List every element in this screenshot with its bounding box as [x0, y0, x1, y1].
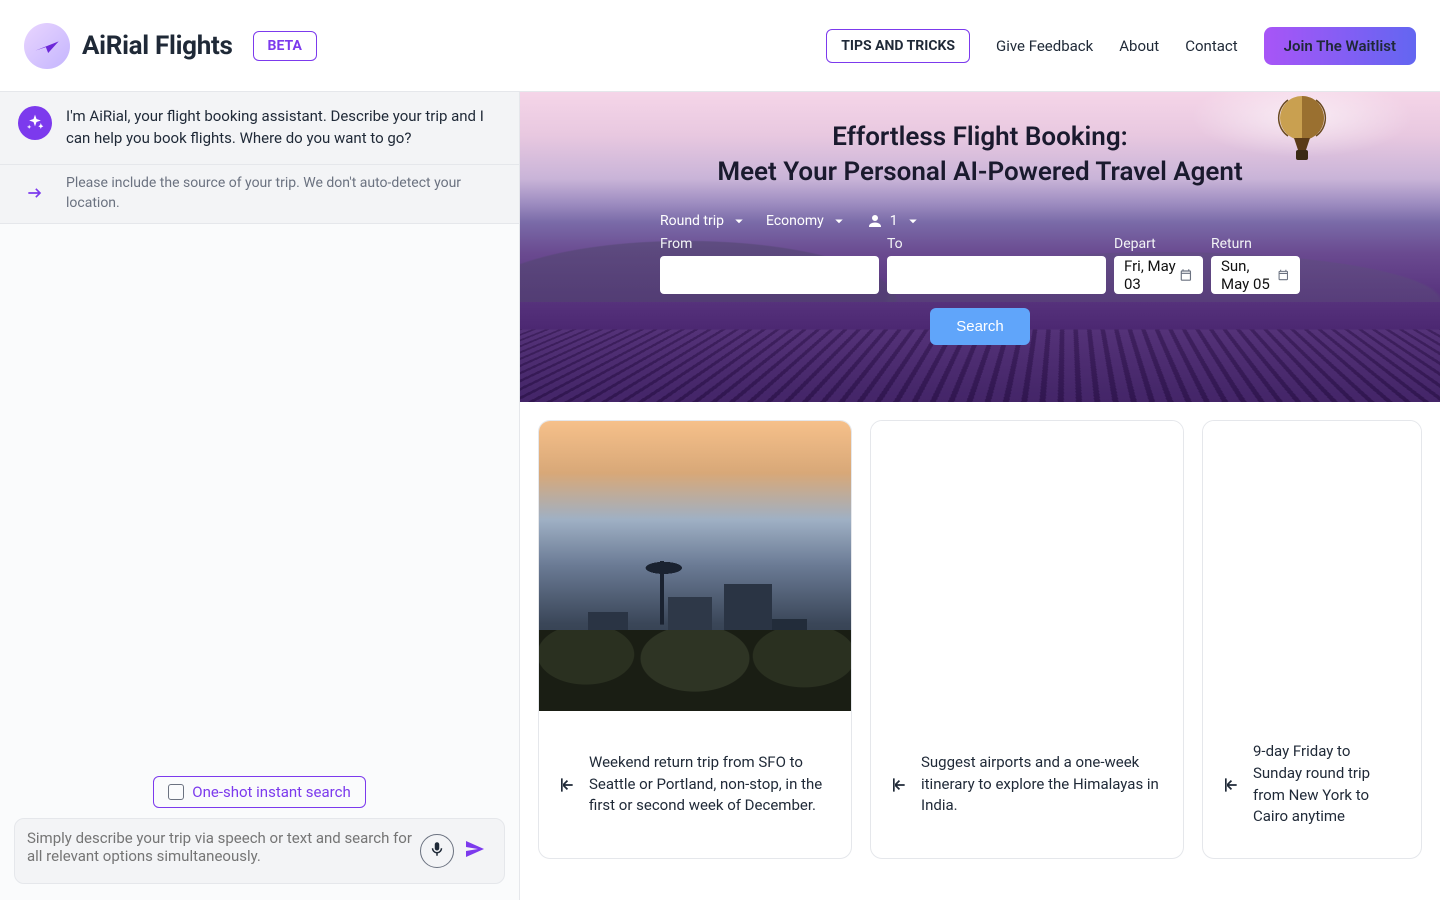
brand-name: AiRial Flights — [82, 31, 233, 61]
checkbox-icon — [168, 784, 184, 800]
search-inputs-row: From To Depart Fri, May 03 — [660, 236, 1300, 294]
chevron-down-icon — [904, 212, 922, 230]
from-field: From — [660, 236, 879, 294]
card-text: 9-day Friday to Sunday round trip from N… — [1253, 741, 1401, 828]
chat-composer-area: One-shot instant search — [0, 766, 519, 900]
card-text: Weekend return trip from SFO to Seattle … — [589, 752, 831, 817]
search-button[interactable]: Search — [930, 308, 1030, 345]
send-icon — [463, 837, 487, 865]
mic-button[interactable] — [420, 834, 454, 868]
passengers-select[interactable]: 1 — [866, 212, 922, 230]
chat-composer — [14, 818, 505, 884]
to-field: To — [887, 236, 1106, 294]
search-selectors: Round trip Economy 1 — [660, 212, 1300, 230]
send-button[interactable] — [458, 834, 492, 868]
to-label: To — [887, 236, 1106, 252]
insert-left-icon — [1219, 774, 1241, 796]
nav-about[interactable]: About — [1119, 37, 1159, 55]
hero-tagline-l2: Meet Your Personal AI-Powered Travel Age… — [717, 155, 1242, 190]
suggestion-cards: Weekend return trip from SFO to Seattle … — [520, 402, 1440, 877]
chat-panel: I'm AiRial, your flight booking assistan… — [0, 92, 520, 900]
card-image-placeholder — [1203, 421, 1421, 711]
person-icon — [866, 212, 884, 230]
return-field: Return Sun, May 05 — [1211, 236, 1300, 294]
cabin-class-select[interactable]: Economy — [766, 212, 848, 230]
depart-label: Depart — [1114, 236, 1203, 252]
nav-contact[interactable]: Contact — [1185, 37, 1237, 55]
brand-block: AiRial Flights — [24, 23, 233, 69]
chat-input[interactable] — [27, 829, 420, 873]
tips-and-tricks-button[interactable]: TIPS AND TRICKS — [826, 29, 970, 63]
calendar-icon — [1179, 266, 1193, 284]
chevron-down-icon — [730, 212, 748, 230]
depart-date-picker[interactable]: Fri, May 03 — [1114, 256, 1203, 294]
hero-banner: Effortless Flight Booking: Meet Your Per… — [520, 92, 1440, 402]
oneshot-label: One-shot instant search — [192, 783, 350, 801]
trip-type-value: Round trip — [660, 213, 724, 229]
to-input[interactable] — [887, 256, 1106, 294]
insert-left-icon — [555, 774, 577, 796]
suggestion-card[interactable]: Weekend return trip from SFO to Seattle … — [538, 420, 852, 859]
hero-tagline: Effortless Flight Booking: Meet Your Per… — [717, 120, 1242, 190]
depart-field: Depart Fri, May 03 — [1114, 236, 1203, 294]
card-image-placeholder — [871, 421, 1183, 711]
insert-left-icon — [887, 774, 909, 796]
calendar-icon — [1277, 266, 1290, 284]
from-input[interactable] — [660, 256, 879, 294]
balloon-icon — [1274, 96, 1330, 166]
trip-type-select[interactable]: Round trip — [660, 212, 748, 230]
top-nav: TIPS AND TRICKS Give Feedback About Cont… — [826, 27, 1416, 65]
hero-tagline-l1: Effortless Flight Booking: — [717, 120, 1242, 155]
app-header: AiRial Flights BETA TIPS AND TRICKS Give… — [0, 0, 1440, 92]
assistant-message-text: I'm AiRial, your flight booking assistan… — [66, 106, 501, 150]
from-label: From — [660, 236, 879, 252]
card-text: Suggest airports and a one-week itinerar… — [921, 752, 1163, 817]
join-waitlist-button[interactable]: Join The Waitlist — [1264, 27, 1416, 65]
return-date-picker[interactable]: Sun, May 05 — [1211, 256, 1300, 294]
flight-search-form: Round trip Economy 1 From — [660, 212, 1300, 345]
suggestion-card[interactable]: 9-day Friday to Sunday round trip from N… — [1202, 420, 1422, 859]
assistant-message: I'm AiRial, your flight booking assistan… — [0, 92, 519, 165]
card-image-seattle — [539, 421, 851, 711]
beta-badge: BETA — [253, 31, 317, 61]
oneshot-toggle[interactable]: One-shot instant search — [153, 776, 365, 808]
chevron-down-icon — [830, 212, 848, 230]
passengers-value: 1 — [890, 213, 898, 229]
sparkle-icon — [18, 106, 52, 140]
depart-value: Fri, May 03 — [1124, 257, 1179, 293]
mic-icon — [428, 840, 446, 862]
chat-scroll: I'm AiRial, your flight booking assistan… — [0, 92, 519, 766]
assistant-note-text: Please include the source of your trip. … — [66, 173, 501, 214]
return-label: Return — [1211, 236, 1300, 252]
arrow-right-icon — [18, 173, 52, 214]
logo-icon — [24, 23, 70, 69]
suggestion-card[interactable]: Suggest airports and a one-week itinerar… — [870, 420, 1184, 859]
cabin-value: Economy — [766, 213, 824, 229]
main-split: I'm AiRial, your flight booking assistan… — [0, 92, 1440, 900]
nav-give-feedback[interactable]: Give Feedback — [996, 37, 1093, 55]
assistant-note: Please include the source of your trip. … — [0, 165, 519, 225]
return-value: Sun, May 05 — [1221, 257, 1277, 293]
content-panel: Effortless Flight Booking: Meet Your Per… — [520, 92, 1440, 900]
